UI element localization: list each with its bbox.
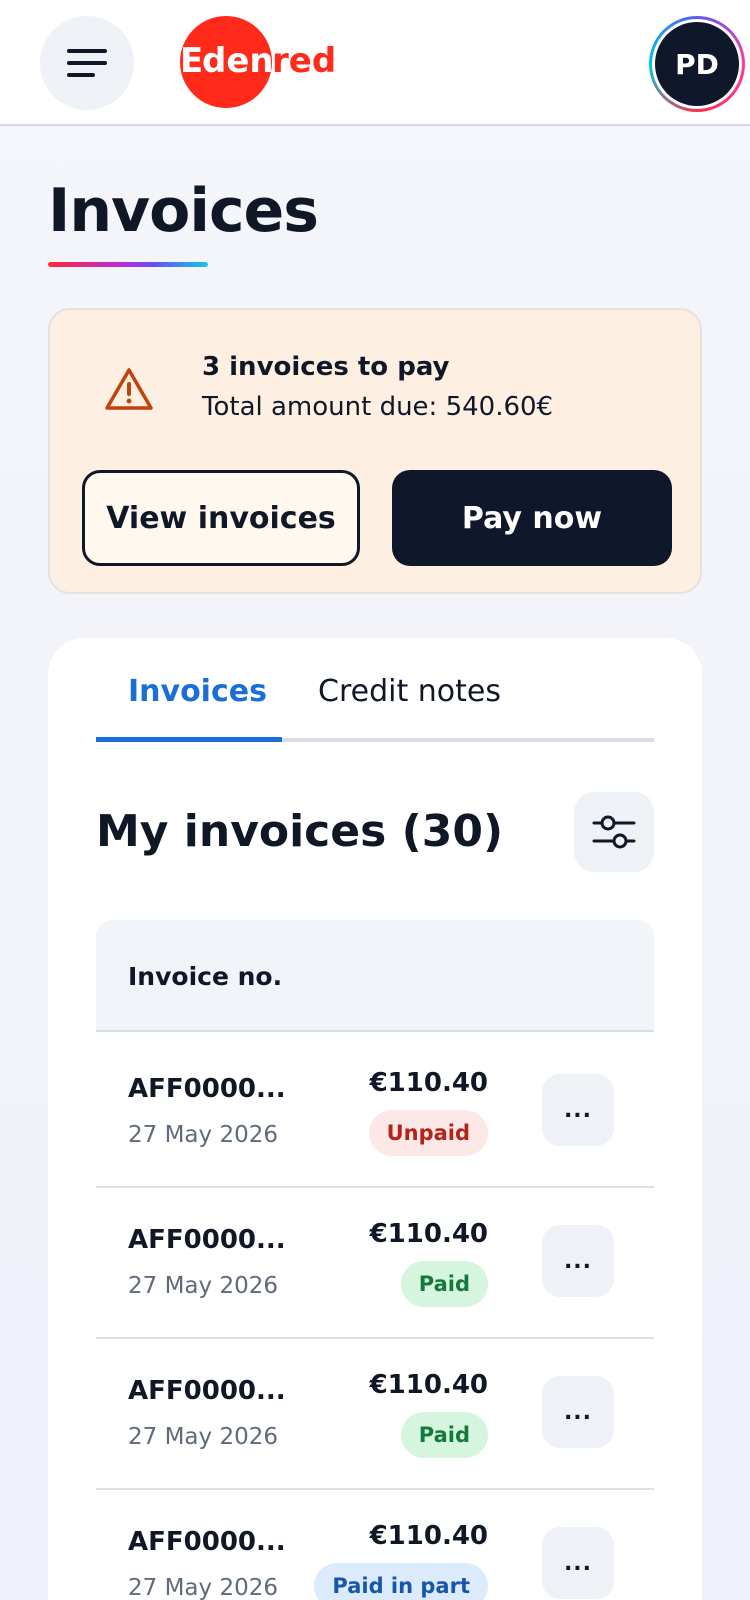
invoice-amount: €110.40 (369, 1370, 488, 1400)
svg-text:den: den (202, 41, 274, 81)
tab-credit-notes[interactable]: Credit notes (318, 674, 501, 709)
more-actions-button[interactable]: ... (542, 1225, 614, 1297)
filter-button[interactable] (574, 792, 654, 872)
column-header-invoice: Invoice no. (128, 962, 283, 991)
alert-title: 3 invoices to pay (202, 352, 450, 382)
pay-now-button[interactable]: Pay now (392, 470, 672, 566)
menu-button[interactable] (40, 16, 134, 110)
status-badge: Paid (400, 1261, 488, 1307)
title-underline (48, 262, 208, 267)
invoice-number: AFF0000... (128, 1225, 286, 1255)
invoice-amount: €110.40 (369, 1521, 488, 1551)
more-actions-button[interactable]: ... (542, 1376, 614, 1448)
alert-amount: Total amount due: 540.60€ (202, 392, 554, 422)
section-title: My invoices (30) (96, 806, 504, 857)
status-badge: Paid (400, 1412, 488, 1458)
avatar: PD (655, 22, 739, 106)
status-badge: Unpaid (368, 1110, 488, 1156)
edenred-logo[interactable]: E den red (180, 16, 342, 112)
invoice-date: 27 May 2026 (128, 1424, 278, 1450)
hamburger-icon (67, 49, 107, 77)
invoice-number: AFF0000... (128, 1527, 286, 1557)
view-invoices-button[interactable]: View invoices (82, 470, 360, 566)
top-header: E den red PD (0, 0, 750, 126)
sliders-icon (592, 815, 636, 849)
invoice-amount: €110.40 (369, 1219, 488, 1249)
invoices-panel: Invoices Credit notes My invoices (30) I… (48, 638, 702, 1600)
page-title: Invoices (48, 176, 319, 246)
table-row[interactable]: AFF0000... 27 May 2026 €110.40 Paid ... (96, 1185, 654, 1339)
tab-invoices[interactable]: Invoices (128, 674, 267, 709)
svg-text:red: red (272, 41, 336, 81)
active-tab-indicator (96, 737, 282, 742)
invoice-number: AFF0000... (128, 1376, 286, 1406)
invoice-date: 27 May 2026 (128, 1273, 278, 1299)
more-actions-button[interactable]: ... (542, 1527, 614, 1599)
table-header: Invoice no. (96, 920, 654, 1032)
payment-alert-card: 3 invoices to pay Total amount due: 540.… (48, 308, 702, 594)
invoice-number: AFF0000... (128, 1074, 286, 1104)
invoice-date: 27 May 2026 (128, 1575, 278, 1600)
table-row[interactable]: AFF0000... 27 May 2026 €110.40 Paid in p… (96, 1487, 654, 1600)
svg-text:E: E (180, 41, 203, 81)
status-badge: Paid in part (314, 1563, 488, 1600)
invoice-date: 27 May 2026 (128, 1122, 278, 1148)
invoice-amount: €110.40 (369, 1068, 488, 1098)
user-avatar-button[interactable]: PD (649, 16, 745, 112)
warning-icon (105, 368, 153, 410)
more-actions-button[interactable]: ... (542, 1074, 614, 1146)
table-row[interactable]: AFF0000... 27 May 2026 €110.40 Unpaid ..… (96, 1034, 654, 1188)
table-row[interactable]: AFF0000... 27 May 2026 €110.40 Paid ... (96, 1336, 654, 1490)
